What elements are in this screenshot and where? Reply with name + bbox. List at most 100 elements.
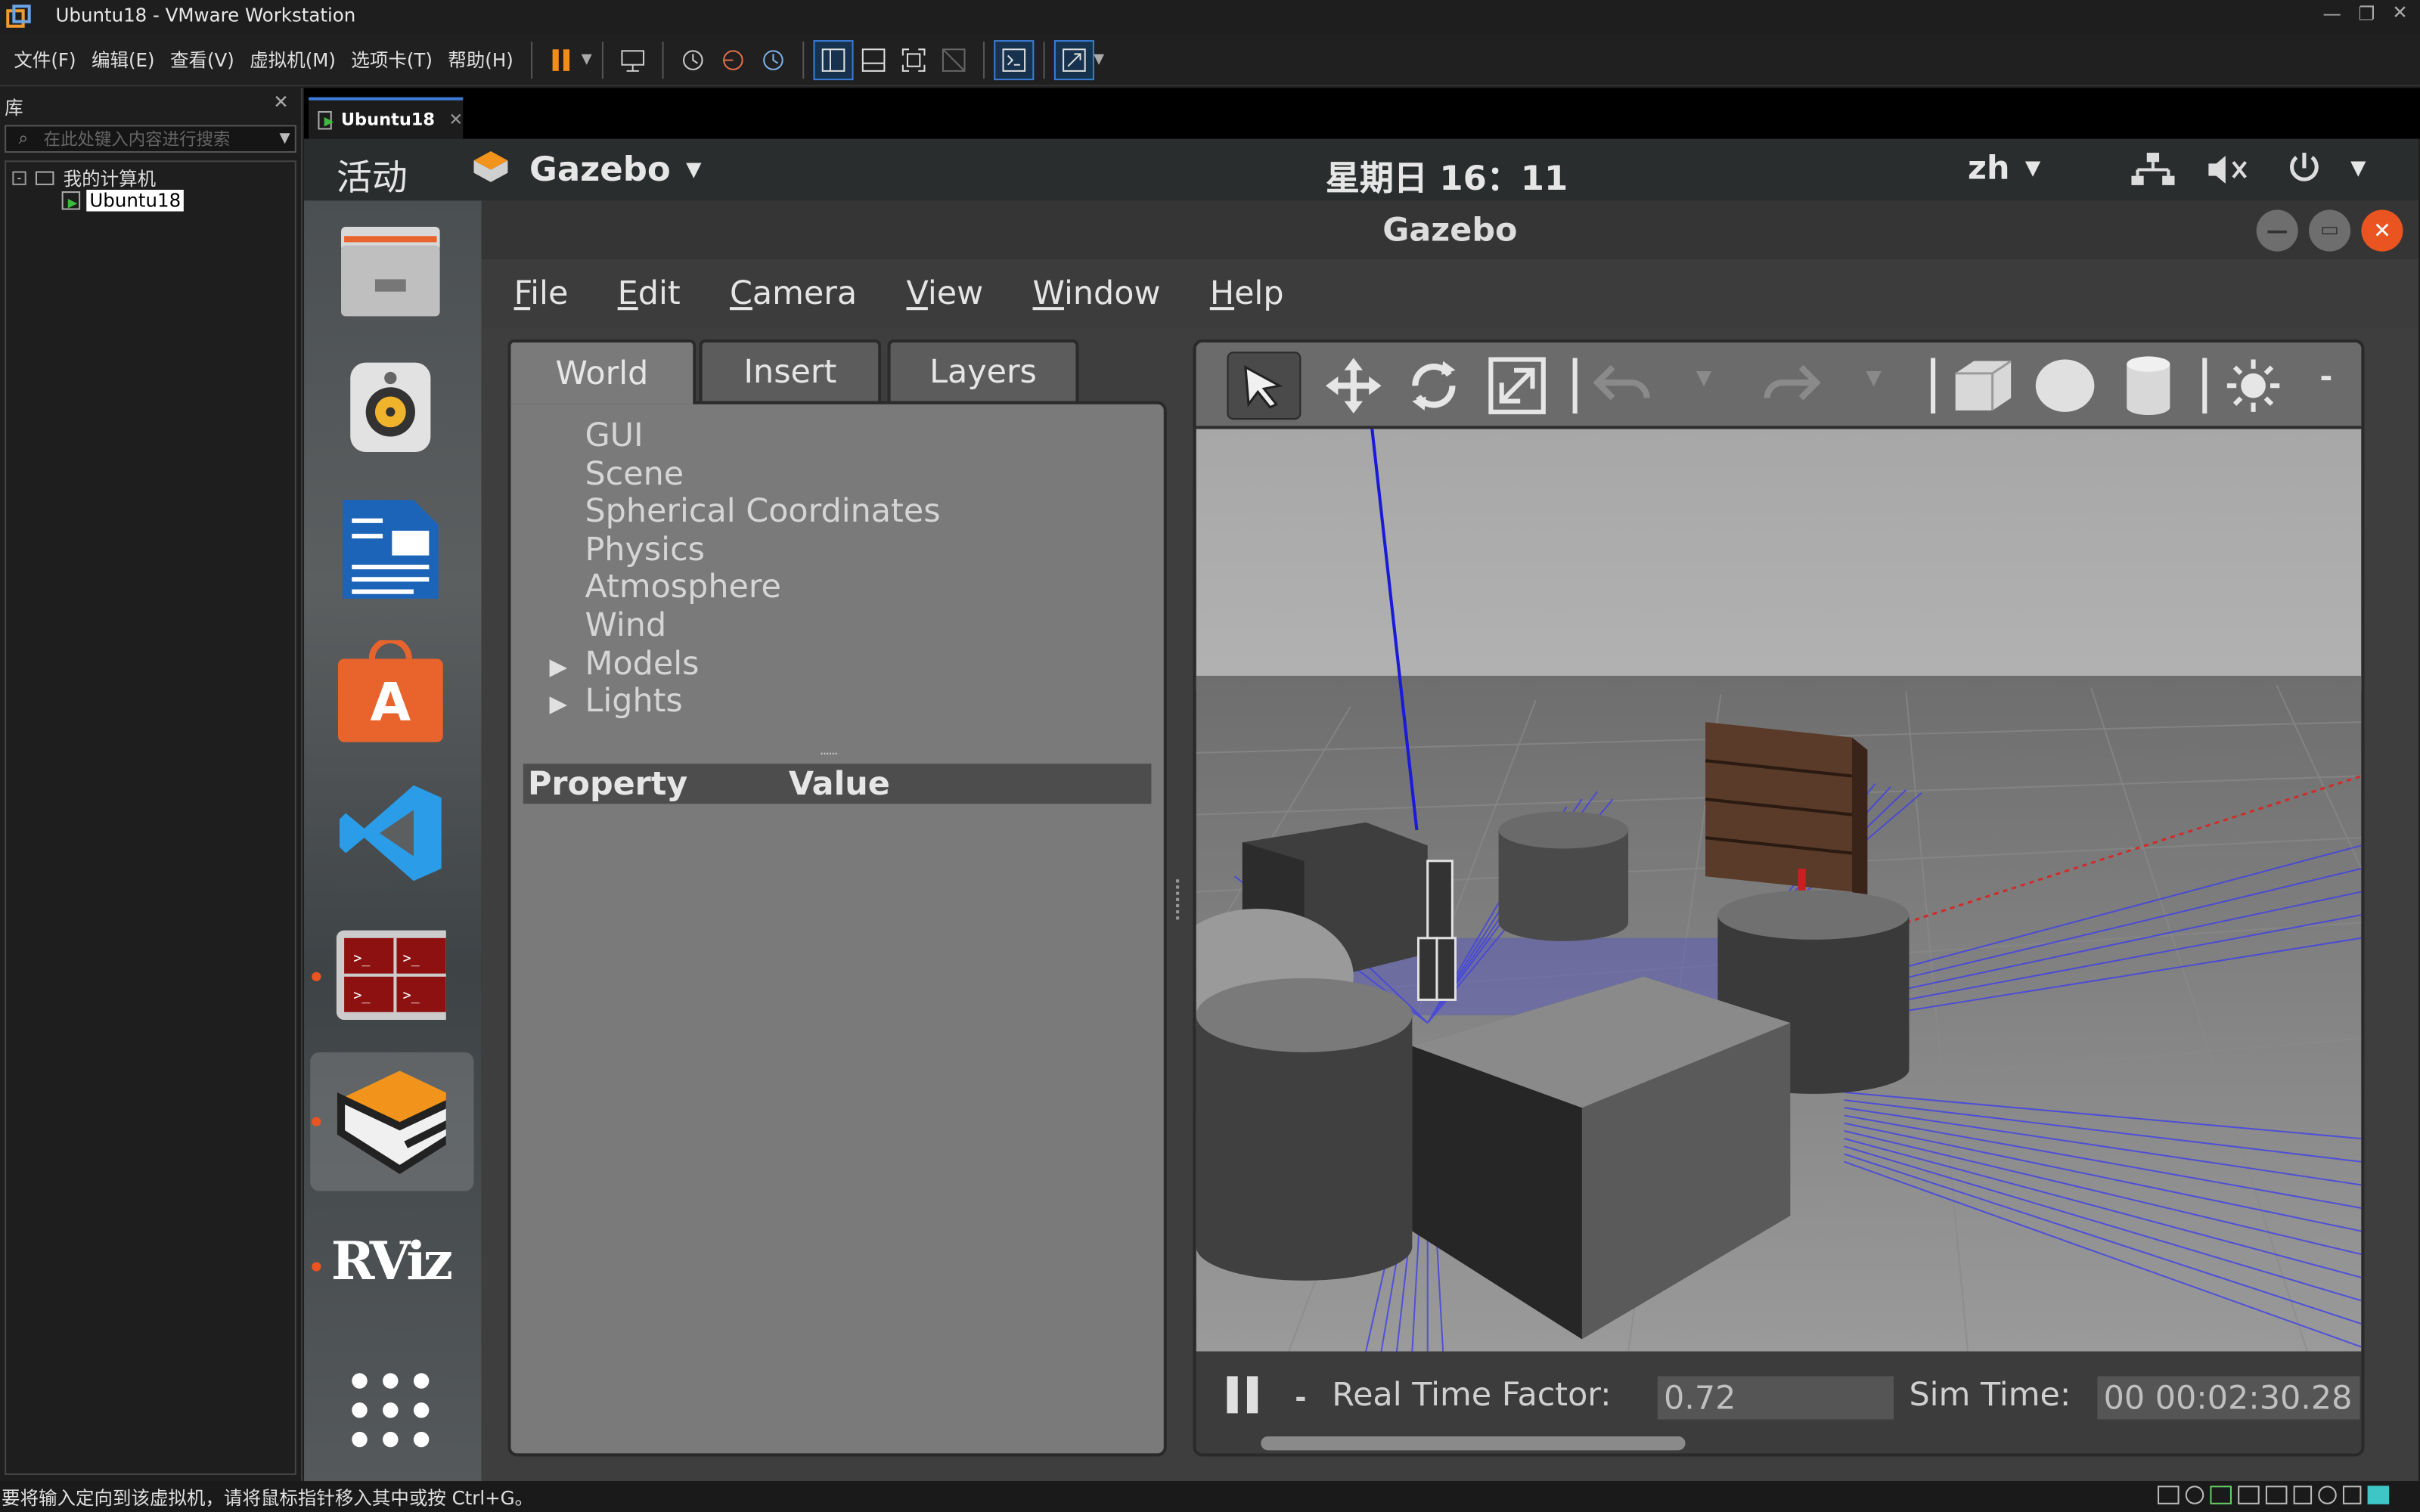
menu-file[interactable]: File (514, 274, 569, 311)
tree-item-scene[interactable]: Scene (585, 454, 940, 492)
panel-splitter-handle[interactable] (1176, 879, 1182, 920)
display-icon[interactable] (2318, 1486, 2337, 1504)
sound-icon[interactable] (2293, 1486, 2313, 1504)
horizontal-scrollbar[interactable] (1261, 1436, 1686, 1451)
splitter-handle[interactable]: ...... (820, 744, 839, 759)
expand-models-icon[interactable]: ▶ (550, 652, 568, 680)
network-adapter-icon[interactable] (2210, 1486, 2232, 1504)
close-button[interactable]: ✕ (2361, 209, 2403, 252)
cylinder-shape-icon[interactable] (2122, 355, 2174, 423)
clock[interactable]: 星期日 16：11 (1326, 151, 1568, 200)
svg-text:A: A (370, 673, 411, 733)
snapshot-manager-icon[interactable] (752, 39, 793, 79)
menu-view[interactable]: 查看(V) (163, 46, 242, 73)
gazebo-icon[interactable] (335, 1064, 446, 1176)
console-icon[interactable] (993, 39, 1034, 80)
tree-item-models[interactable]: Models (585, 644, 940, 682)
pause-button[interactable] (1224, 1373, 1264, 1424)
scale-mode-icon[interactable] (1486, 355, 1548, 423)
minimize-button[interactable]: — (2256, 209, 2298, 252)
sidebar-toggle-icon[interactable] (812, 39, 853, 80)
volume-muted-icon[interactable] (2205, 153, 2251, 193)
close-button[interactable]: ✕ (2392, 2, 2408, 23)
collapse-icon[interactable]: - (12, 171, 26, 185)
menu-vm[interactable]: 虚拟机(M) (242, 46, 343, 73)
menu-tabs[interactable]: 选项卡(T) (343, 46, 440, 73)
redo-icon[interactable] (1758, 358, 1823, 417)
language-selector[interactable]: zh ▼ (1968, 150, 2040, 187)
network-icon[interactable] (2131, 153, 2175, 193)
menu-window[interactable]: Window (1033, 274, 1161, 311)
rviz-icon[interactable]: RViz (331, 1207, 453, 1318)
gazebo-titlebar: Gazebo — ▭ ✕ (481, 200, 2418, 259)
tab-world[interactable]: World (507, 339, 697, 404)
box-shape-icon[interactable] (1950, 358, 2015, 420)
menu-view[interactable]: View (906, 274, 983, 311)
tree-item-ubuntu18[interactable]: ▶ Ubuntu18 (61, 190, 185, 212)
translate-mode-icon[interactable] (1323, 355, 1385, 423)
activities-button[interactable]: 活动 (337, 148, 408, 200)
sphere-shape-icon[interactable] (2033, 356, 2098, 421)
tree-item-wind[interactable]: Wind (585, 606, 940, 644)
rhythmbox-icon[interactable] (335, 352, 446, 463)
tree-item-gui[interactable]: GUI (585, 417, 940, 454)
tree-item-spherical-coordinates[interactable]: Spherical Coordinates (585, 492, 940, 530)
snapshot-icon[interactable] (672, 39, 712, 79)
chevron-down-icon[interactable]: ▼ (2350, 157, 2366, 181)
usb-icon[interactable] (2238, 1486, 2260, 1504)
redo-history-chevron-icon[interactable]: ▼ (1866, 367, 1881, 391)
menu-help[interactable]: 帮助(H) (440, 46, 521, 73)
rotate-mode-icon[interactable] (1403, 355, 1465, 423)
tree-item-physics[interactable]: Physics (585, 531, 940, 569)
tree-item-lights[interactable]: Lights (585, 682, 940, 720)
menu-camera[interactable]: Camera (730, 274, 857, 311)
light-icon[interactable] (2224, 356, 2283, 421)
files-icon[interactable] (335, 216, 446, 327)
unity-mode-icon[interactable] (933, 39, 973, 79)
close-library-icon[interactable]: ✕ (273, 91, 289, 113)
step-dash[interactable]: - (1295, 1383, 1306, 1415)
software-icon[interactable]: A (335, 637, 446, 748)
printer-icon[interactable] (2265, 1486, 2288, 1504)
close-tab-icon[interactable]: ✕ (448, 110, 463, 130)
app-menu-gazebo[interactable]: Gazebo ▼ (470, 148, 702, 191)
menu-help[interactable]: Help (1210, 274, 1284, 311)
menu-file[interactable]: 文件(F) (6, 46, 84, 73)
power-icon[interactable] (2285, 150, 2322, 193)
chevron-down-icon[interactable]: ▼ (280, 131, 290, 146)
thumbnail-bar-icon[interactable] (853, 39, 893, 79)
terminator-icon[interactable]: >_ >_ >_ >_ (335, 919, 446, 1030)
stretch-guest-icon[interactable] (1053, 39, 1094, 80)
revert-snapshot-icon[interactable] (712, 39, 752, 79)
storage-icon[interactable] (2342, 1486, 2362, 1504)
gazebo-menubar: File Edit Camera View Window Help (481, 259, 2418, 327)
tab-layers[interactable]: Layers (887, 339, 1079, 401)
expand-lights-icon[interactable]: ▶ (550, 689, 568, 717)
hard-disk-icon[interactable] (2158, 1486, 2180, 1504)
writer-icon[interactable] (335, 494, 446, 605)
chevron-down-icon[interactable]: ▼ (1094, 51, 1104, 67)
vscode-icon[interactable] (335, 778, 446, 889)
maximize-button[interactable]: ▭ (2309, 209, 2351, 252)
light-dropdown-dash[interactable]: - (2319, 358, 2332, 395)
undo-icon[interactable] (1591, 358, 1656, 417)
restore-button[interactable]: ❐ (2358, 3, 2375, 25)
undo-history-chevron-icon[interactable]: ▼ (1696, 367, 1711, 391)
chevron-down-icon[interactable]: ▼ (582, 51, 592, 67)
minimize-button[interactable]: — (2322, 3, 2341, 25)
tab-ubuntu18[interactable]: ▶ Ubuntu18 ✕ (309, 97, 464, 139)
select-mode-button[interactable] (1227, 352, 1302, 420)
scene-render[interactable] (1196, 429, 2362, 1352)
message-icon[interactable] (2367, 1486, 2390, 1504)
tree-item-my-computer[interactable]: - 我的计算机 (12, 165, 156, 191)
tab-insert[interactable]: Insert (699, 339, 882, 401)
tree-item-atmosphere[interactable]: Atmosphere (585, 569, 940, 606)
fullscreen-icon[interactable] (893, 39, 933, 79)
pause-vm-button[interactable] (541, 39, 582, 79)
app-grid-icon[interactable] (335, 1355, 446, 1466)
send-ctrl-alt-del-icon[interactable] (612, 39, 652, 79)
menu-edit[interactable]: Edit (618, 274, 681, 311)
menu-edit[interactable]: 编辑(E) (84, 46, 163, 73)
library-search-input[interactable]: ⌕ 在此处键入内容进行搜索 ▼ (5, 125, 296, 153)
cd-icon[interactable] (2185, 1486, 2204, 1504)
